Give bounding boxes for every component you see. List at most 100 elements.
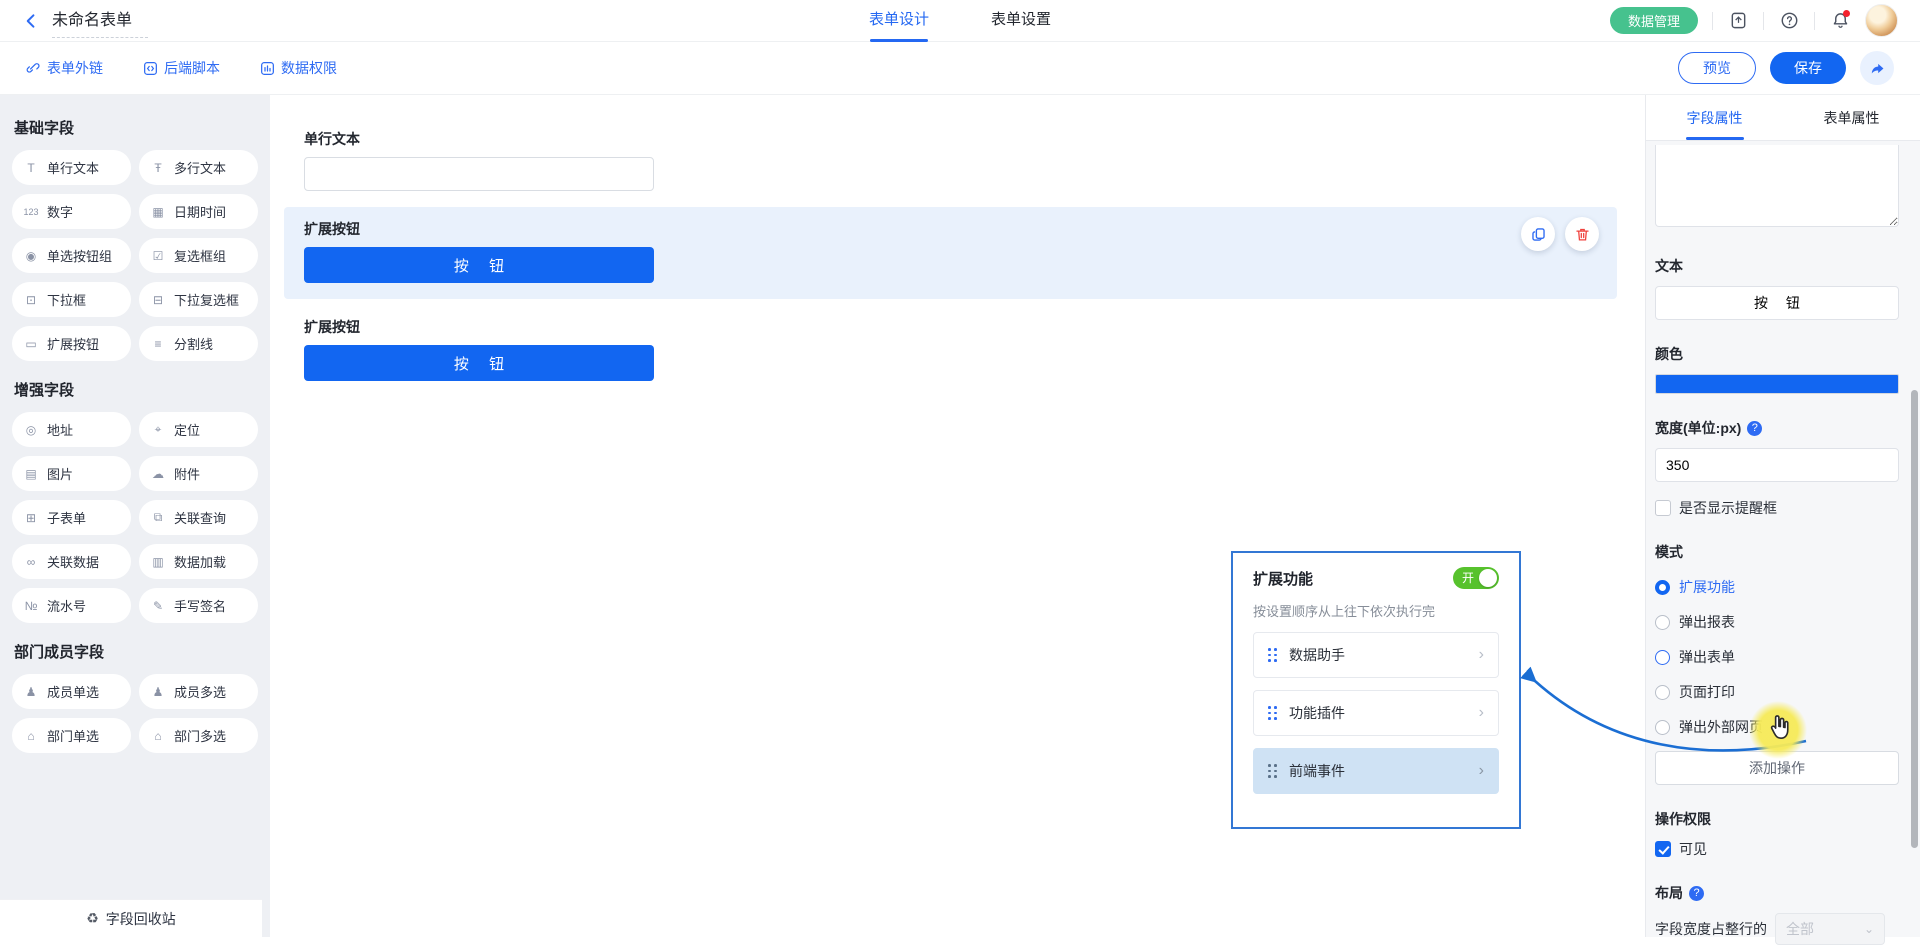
data-manage-button[interactable]: 数据管理 bbox=[1610, 7, 1698, 34]
sub-toolbar: 表单外链 后端脚本 数据权限 预览 保存 bbox=[0, 42, 1920, 95]
width-help-icon[interactable]: ? bbox=[1747, 421, 1762, 436]
palette-item-member-multi[interactable]: ♟成员多选 bbox=[139, 674, 258, 709]
field-palette-sidebar: 基础字段 T单行文本 Ŧ多行文本 123数字 ▦日期时间 ◉单选按钮组 ☑复选框… bbox=[0, 95, 270, 937]
tab-field-properties[interactable]: 字段属性 bbox=[1646, 95, 1783, 140]
permission-icon bbox=[260, 61, 275, 76]
single-text-input[interactable] bbox=[304, 157, 654, 191]
locate-icon: ⌖ bbox=[149, 422, 167, 437]
layout-label: 布局 ? bbox=[1655, 883, 1899, 903]
radio-icon[interactable] bbox=[1655, 650, 1670, 665]
palette-item-divider[interactable]: ≡分割线 bbox=[139, 326, 258, 361]
palette-item-dept-multi[interactable]: ⌂部门多选 bbox=[139, 718, 258, 753]
drag-handle-icon[interactable] bbox=[1268, 648, 1277, 662]
subform-icon: ⊞ bbox=[22, 511, 40, 525]
mode-option-external-page[interactable]: 弹出外部网页 bbox=[1655, 717, 1899, 737]
button-text-input[interactable] bbox=[1655, 286, 1899, 320]
color-label: 颜色 bbox=[1655, 344, 1899, 364]
popup-item-frontend-event[interactable]: 前端事件 › bbox=[1253, 748, 1499, 794]
palette-item-linked-query[interactable]: ⧉关联查询 bbox=[139, 500, 258, 535]
panel-scrollbar[interactable] bbox=[1911, 390, 1918, 848]
delete-field-button[interactable] bbox=[1565, 217, 1599, 251]
palette-item-member-single[interactable]: ♟成员单选 bbox=[12, 674, 131, 709]
popup-item-data-assistant[interactable]: 数据助手 › bbox=[1253, 632, 1499, 678]
drag-handle-icon[interactable] bbox=[1268, 764, 1277, 778]
palette-item-geolocation[interactable]: ⌖定位 bbox=[139, 412, 258, 447]
palette-item-data-loading[interactable]: ▥数据加载 bbox=[139, 544, 258, 579]
field-recycle-bin[interactable]: ♻ 字段回收站 bbox=[0, 899, 262, 937]
palette-item-number[interactable]: 123数字 bbox=[12, 194, 131, 229]
palette-item-serial-number[interactable]: №流水号 bbox=[12, 588, 131, 623]
palette-item-subform[interactable]: ⊞子表单 bbox=[12, 500, 131, 535]
palette-item-checkbox-group[interactable]: ☑复选框组 bbox=[139, 238, 258, 273]
back-button[interactable] bbox=[22, 12, 40, 30]
user-avatar[interactable] bbox=[1865, 4, 1898, 37]
tab-form-settings[interactable]: 表单设置 bbox=[991, 0, 1051, 42]
drag-handle-icon[interactable] bbox=[1268, 706, 1277, 720]
help-icon[interactable] bbox=[1778, 10, 1800, 32]
mode-option-page-print[interactable]: 页面打印 bbox=[1655, 682, 1899, 702]
extension-toggle-on[interactable]: 开 bbox=[1453, 567, 1499, 589]
form-external-link[interactable]: 表单外链 bbox=[26, 58, 103, 78]
canvas-field-extend-button[interactable]: 扩展按钮 按 钮 bbox=[284, 305, 1617, 391]
add-action-button[interactable]: 添加操作 bbox=[1655, 751, 1899, 785]
palette-item-single-text[interactable]: T单行文本 bbox=[12, 150, 131, 185]
radio-icon[interactable] bbox=[1655, 685, 1670, 700]
form-designer-app: 未命名表单 表单设计 表单设置 数据管理 bbox=[0, 0, 1920, 937]
mode-option-popup-report[interactable]: 弹出报表 bbox=[1655, 612, 1899, 632]
palette-item-linked-data[interactable]: ∞关联数据 bbox=[12, 544, 131, 579]
back-chevron-icon bbox=[22, 12, 40, 30]
palette-item-dropdown[interactable]: ⊡下拉框 bbox=[12, 282, 131, 317]
description-textarea[interactable] bbox=[1655, 145, 1899, 227]
header-right: 数据管理 bbox=[1610, 4, 1898, 37]
visible-checkbox[interactable] bbox=[1655, 841, 1671, 857]
palette-item-address[interactable]: ◎地址 bbox=[12, 412, 131, 447]
cloud-upload-icon: ☁ bbox=[149, 467, 167, 481]
canvas-field-extend-button-selected[interactable]: 扩展按钮 按 钮 bbox=[284, 207, 1617, 299]
recycle-icon: ♻ bbox=[86, 910, 99, 927]
mode-option-extension[interactable]: 扩展功能 bbox=[1655, 577, 1899, 597]
backend-script-link[interactable]: 后端脚本 bbox=[143, 58, 220, 78]
reminder-checkbox-row[interactable]: 是否显示提醒框 bbox=[1655, 498, 1899, 518]
toggle-knob bbox=[1479, 569, 1497, 587]
data-permission-link[interactable]: 数据权限 bbox=[260, 58, 337, 78]
palette-item-radio-group[interactable]: ◉单选按钮组 bbox=[12, 238, 131, 273]
form-title[interactable]: 未命名表单 bbox=[52, 4, 148, 38]
save-button[interactable]: 保存 bbox=[1770, 52, 1846, 84]
radio-icon[interactable] bbox=[1655, 615, 1670, 630]
palette-item-signature[interactable]: ✎手写签名 bbox=[139, 588, 258, 623]
properties-panel: 字段属性 表单属性 文本 颜色 宽度(单位:px) ? 是否显示提醒框 模式 bbox=[1645, 95, 1920, 937]
radio-icon[interactable] bbox=[1655, 720, 1670, 735]
dropdown-icon: ⊡ bbox=[22, 293, 40, 307]
palette-item-image[interactable]: ▤图片 bbox=[12, 456, 131, 491]
palette-item-attachment[interactable]: ☁附件 bbox=[139, 456, 258, 491]
layout-help-icon[interactable]: ? bbox=[1689, 886, 1704, 901]
field-label: 单行文本 bbox=[304, 129, 1597, 149]
color-swatch[interactable] bbox=[1655, 374, 1899, 394]
popup-item-function-plugin[interactable]: 功能插件 › bbox=[1253, 690, 1499, 736]
mode-option-popup-form[interactable]: 弹出表单 bbox=[1655, 647, 1899, 667]
tab-form-design[interactable]: 表单设计 bbox=[869, 0, 929, 42]
docs-book-icon[interactable] bbox=[1727, 10, 1749, 32]
tab-form-properties[interactable]: 表单属性 bbox=[1783, 95, 1920, 140]
width-label: 宽度(单位:px) ? bbox=[1655, 418, 1899, 438]
visible-checkbox-row[interactable]: 可见 bbox=[1655, 839, 1899, 859]
copy-field-button[interactable] bbox=[1521, 217, 1555, 251]
palette-item-extend-button[interactable]: ▭扩展按钮 bbox=[12, 326, 131, 361]
reminder-checkbox[interactable] bbox=[1655, 500, 1671, 516]
extend-button[interactable]: 按 钮 bbox=[304, 345, 654, 381]
palette-item-multi-dropdown[interactable]: ⊟下拉复选框 bbox=[139, 282, 258, 317]
popup-title: 扩展功能 bbox=[1253, 568, 1313, 589]
preview-button[interactable]: 预览 bbox=[1678, 52, 1756, 84]
top-header: 未命名表单 表单设计 表单设置 数据管理 bbox=[0, 0, 1920, 42]
palette-item-datetime[interactable]: ▦日期时间 bbox=[139, 194, 258, 229]
canvas-field-single-text[interactable]: 单行文本 bbox=[284, 117, 1617, 201]
extend-button[interactable]: 按 钮 bbox=[304, 247, 654, 283]
divider bbox=[1763, 12, 1764, 30]
row-width-select[interactable]: 全部 ⌄ bbox=[1775, 913, 1885, 945]
palette-item-multi-text[interactable]: Ŧ多行文本 bbox=[139, 150, 258, 185]
share-button[interactable] bbox=[1860, 51, 1894, 85]
palette-item-dept-single[interactable]: ⌂部门单选 bbox=[12, 718, 131, 753]
radio-selected-icon[interactable] bbox=[1655, 580, 1670, 595]
width-input[interactable] bbox=[1655, 448, 1899, 482]
notification-bell-icon[interactable] bbox=[1829, 10, 1851, 32]
